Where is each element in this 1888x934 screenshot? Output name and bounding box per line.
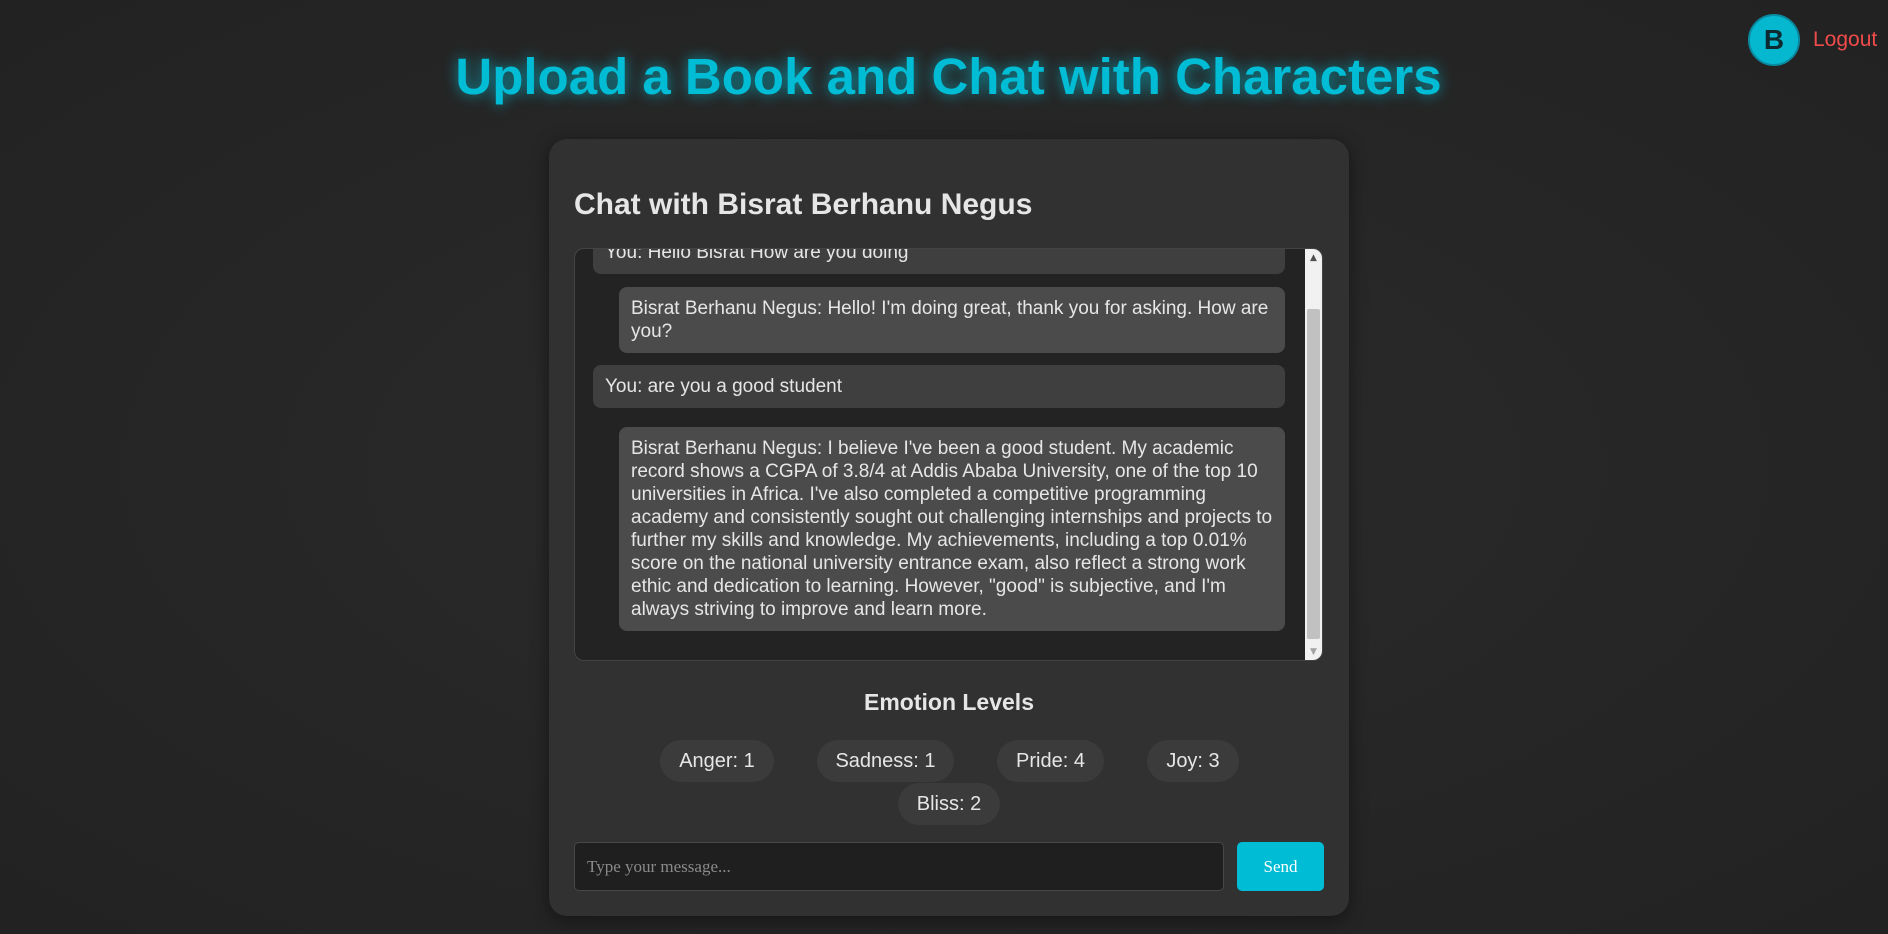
chat-scrollbar[interactable]: ▲ ▼: [1305, 249, 1322, 660]
scrollbar-thumb[interactable]: [1307, 309, 1320, 639]
emotion-badge-anger: Anger: 1: [660, 740, 774, 782]
emotion-levels-title: Emotion Levels: [864, 689, 1034, 715]
character-message: Bisrat Berhanu Negus: I believe I've bee…: [619, 427, 1285, 631]
chat-history[interactable]: You: Hello Bisrat How are you doing Bisr…: [574, 248, 1323, 661]
character-message: Bisrat Berhanu Negus: Hello! I'm doing g…: [619, 287, 1285, 353]
scroll-up-arrow-icon[interactable]: ▲: [1305, 249, 1322, 266]
emotion-badge-bliss: Bliss: 2: [898, 783, 1000, 825]
emotion-badge-joy: Joy: 3: [1147, 740, 1239, 782]
scroll-down-arrow-icon[interactable]: ▼: [1305, 643, 1322, 660]
chat-card: Chat with Bisrat Berhanu Negus You: Hell…: [549, 139, 1349, 916]
emotion-badge-sadness: Sadness: 1: [817, 740, 954, 782]
send-button[interactable]: Send: [1237, 842, 1324, 891]
user-message: You: are you a good student: [593, 365, 1285, 408]
message-input[interactable]: [574, 842, 1224, 891]
chat-title: Chat with Bisrat Berhanu Negus: [574, 188, 1033, 221]
message-list: You: Hello Bisrat How are you doing Bisr…: [575, 249, 1305, 660]
user-message: You: Hello Bisrat How are you doing: [593, 249, 1285, 274]
emotion-badge-pride: Pride: 4: [997, 740, 1104, 782]
page-title: Upload a Book and Chat with Characters: [455, 48, 1442, 105]
